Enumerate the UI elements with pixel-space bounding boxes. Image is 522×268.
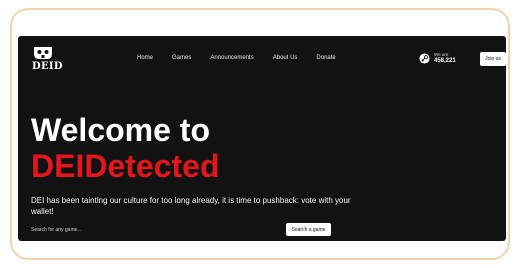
steam-icon: [419, 52, 430, 64]
hero-brand: DEIDetected: [31, 148, 220, 184]
site-logo[interactable]: DEID: [31, 46, 63, 74]
hero-title: Welcome to: [31, 112, 210, 148]
logo-text: DEID: [32, 61, 63, 72]
join-us-button[interactable]: Join us: [480, 52, 506, 66]
nav-home[interactable]: Home: [137, 55, 153, 61]
nav-donate[interactable]: Donate: [316, 55, 335, 61]
website-screenshot: DEID Home Games Announcements About Us D…: [18, 36, 506, 241]
search-input[interactable]: [31, 224, 271, 235]
steam-member-count[interactable]: We are 458,221: [419, 52, 456, 64]
steam-count: 458,221: [434, 58, 456, 64]
main-nav: Home Games Announcements About Us Donate: [137, 55, 336, 61]
search-button[interactable]: Search a game: [286, 223, 331, 236]
logo-mask-icon: [34, 47, 52, 59]
nav-games[interactable]: Games: [172, 55, 191, 61]
nav-announcements[interactable]: Announcements: [210, 55, 253, 61]
hero-subtitle: DEI has been tainting our culture for to…: [31, 196, 351, 216]
steam-text: We are 458,221: [434, 52, 456, 64]
nav-about-us[interactable]: About Us: [273, 55, 298, 61]
